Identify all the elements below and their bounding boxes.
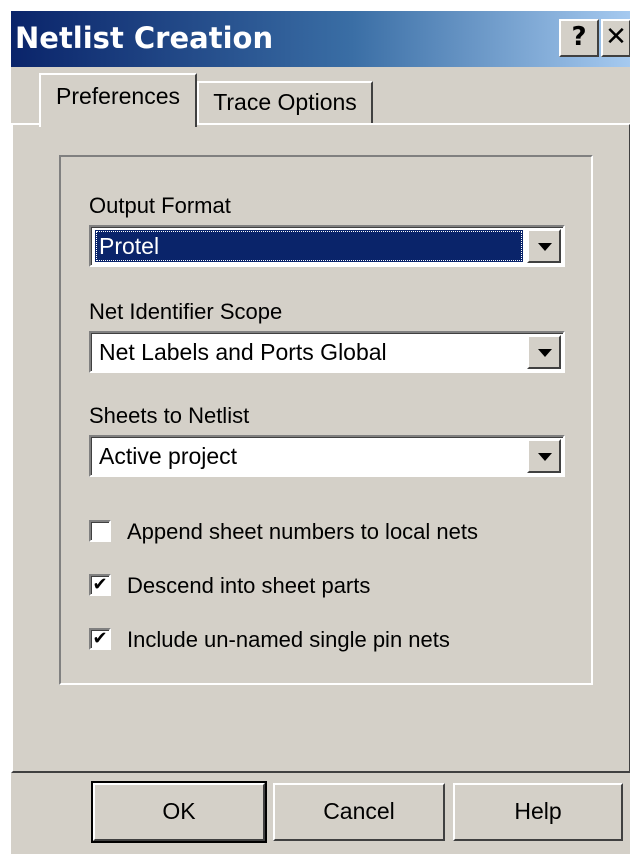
preferences-panel: Output Format Protel Net Identifier Scop… (11, 123, 630, 773)
tab-preferences[interactable]: Preferences (39, 73, 197, 127)
output-format-value: Protel (95, 230, 523, 262)
sheets-to-netlist-value: Active project (99, 443, 238, 469)
net-identifier-scope-select[interactable]: Net Labels and Ports Global (89, 331, 565, 373)
descend-into-sheet-parts-checkbox[interactable]: ✔ (89, 574, 111, 596)
close-icon[interactable]: ✕ (601, 19, 630, 57)
chevron-down-icon[interactable] (527, 335, 561, 369)
output-format-select[interactable]: Protel (89, 225, 565, 267)
help-button[interactable]: Help (453, 783, 623, 841)
chevron-down-icon[interactable] (527, 229, 561, 263)
append-sheet-numbers-label: Append sheet numbers to local nets (127, 519, 479, 544)
chevron-down-icon[interactable] (527, 439, 561, 473)
output-format-label: Output Format (89, 193, 231, 218)
net-identifier-scope-value: Net Labels and Ports Global (99, 339, 387, 365)
window-title: Netlist Creation (15, 21, 274, 55)
sheets-to-netlist-label: Sheets to Netlist (89, 403, 250, 428)
help-icon[interactable]: ? (559, 19, 599, 57)
include-unnamed-pin-nets-checkbox[interactable]: ✔ (89, 628, 111, 650)
descend-into-sheet-parts-label: Descend into sheet parts (127, 573, 371, 598)
cancel-button[interactable]: Cancel (273, 783, 445, 841)
ok-button[interactable]: OK (91, 781, 267, 843)
netlist-creation-dialog: Netlist Creation ? ✕ Preferences Trace O… (10, 10, 630, 854)
preferences-groupbox: Output Format Protel Net Identifier Scop… (59, 155, 593, 685)
title-bar[interactable]: Netlist Creation ? ✕ (11, 11, 630, 67)
include-unnamed-pin-nets-label: Include un-named single pin nets (127, 627, 450, 652)
append-sheet-numbers-checkbox[interactable] (89, 520, 111, 542)
sheets-to-netlist-select[interactable]: Active project (89, 435, 565, 477)
net-identifier-scope-label: Net Identifier Scope (89, 299, 283, 324)
tab-trace-options[interactable]: Trace Options (197, 81, 373, 123)
